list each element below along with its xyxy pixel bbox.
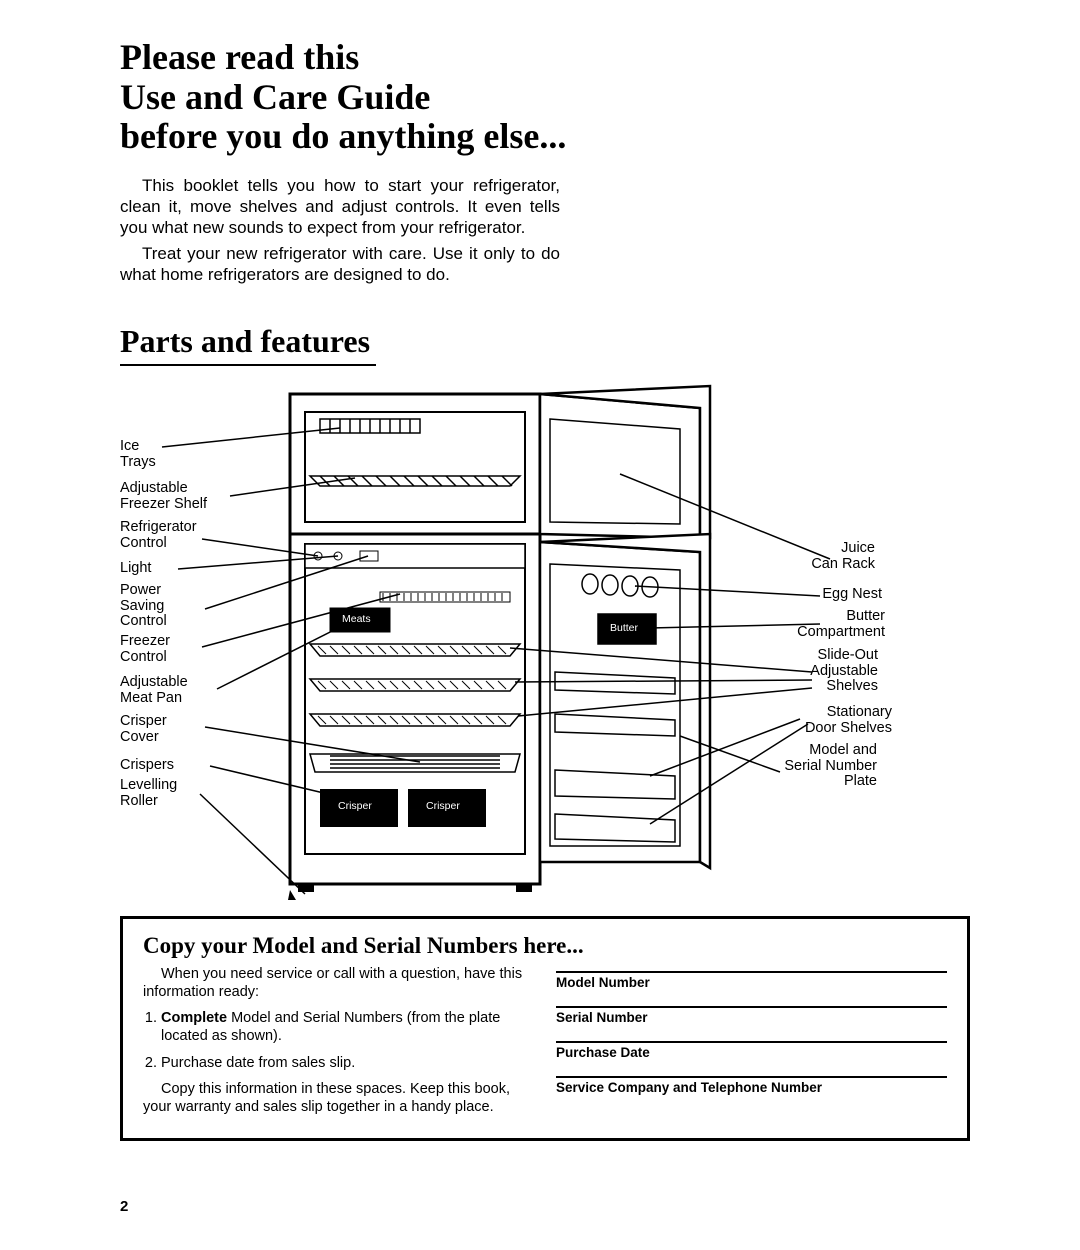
form-instructions: When you need service or call with a que… [143,965,534,1124]
label-freezer-control: Freezer Control [120,634,170,665]
label-light: Light [120,561,151,577]
model-serial-form-box: Copy your Model and Serial Numbers here.… [120,916,970,1141]
page-number: 2 [120,1198,128,1215]
butter-label: Butter [610,622,638,634]
intro-paragraph-1: This booklet tells you how to start your… [120,175,560,239]
field-purchase-date[interactable]: Purchase Date [556,1041,947,1062]
label-butter-compartment: Butter Compartment [797,609,885,640]
label-stationary-door-shelves: Stationary Door Shelves [805,705,892,736]
label-ice-trays: Ice Trays [120,439,156,470]
label-egg-nest: Egg Nest [822,587,882,603]
title-line-1: Please read this [120,37,359,77]
label-adjustable-meat-pan: Adjustable Meat Pan [120,675,188,706]
field-service-company[interactable]: Service Company and Telephone Number [556,1076,947,1097]
label-model-serial-plate: Model and Serial Number Plate [784,743,877,790]
form-step-2: Purchase date from sales slip. [161,1054,534,1072]
label-crisper-cover: Crisper Cover [120,714,167,745]
label-refrigerator-control: Refrigerator Control [120,520,197,551]
label-adjustable-freezer-shelf: Adjustable Freezer Shelf [120,481,207,512]
crisper-label-1: Crisper [338,800,372,812]
parts-and-features-heading: Parts and features [120,323,376,366]
field-serial-number[interactable]: Serial Number [556,1006,947,1027]
refrigerator-illustration [120,384,980,904]
intro-block: This booklet tells you how to start your… [120,175,560,285]
crisper-label-2: Crisper [426,800,460,812]
label-power-saving-control: Power Saving Control [120,583,167,630]
label-levelling-roller: Levelling Roller [120,778,177,809]
form-fields: Model Number Serial Number Purchase Date… [556,965,947,1124]
page-title: Please read this Use and Care Guide befo… [120,38,970,157]
form-step-1: Complete Model and Serial Numbers (from … [161,1009,534,1045]
refrigerator-diagram: Meats Butter Crisper Crisper Ice Trays A… [120,384,980,904]
intro-paragraph-2: Treat your new refrigerator with care. U… [120,243,560,286]
label-juice-can-rack: Juice Can Rack [811,541,875,572]
label-crispers: Crispers [120,758,174,774]
field-model-number[interactable]: Model Number [556,971,947,992]
manual-page: Please read this Use and Care Guide befo… [0,0,1080,1250]
form-intro: When you need service or call with a que… [143,965,534,1001]
title-line-2: Use and Care Guide [120,77,430,117]
meats-label: Meats [342,613,371,625]
label-slide-out-shelves: Slide-Out Adjustable Shelves [810,648,878,695]
title-line-3: before you do anything else... [120,116,566,156]
form-closing: Copy this information in these spaces. K… [143,1080,534,1116]
form-heading: Copy your Model and Serial Numbers here.… [143,933,947,959]
